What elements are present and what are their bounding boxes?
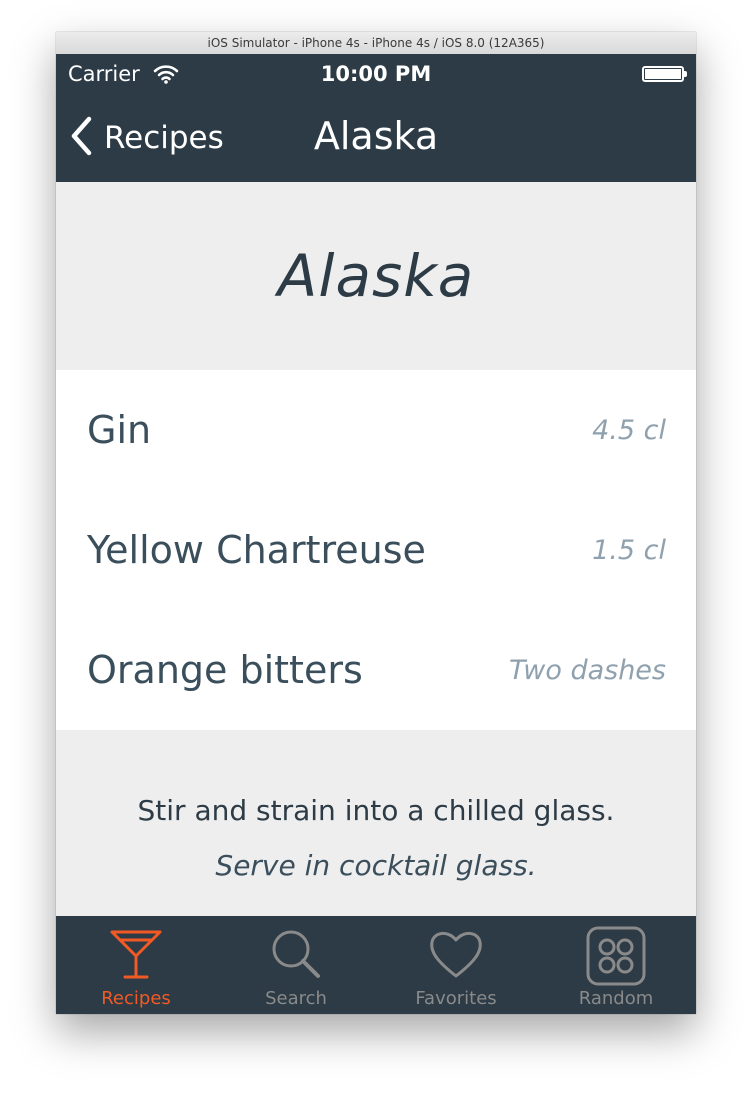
ingredient-list: Gin 4.5 cl Yellow Chartreuse 1.5 cl Oran… — [56, 370, 696, 730]
tab-label: Favorites — [415, 988, 497, 1009]
window-titlebar: iOS Simulator - iPhone 4s - iPhone 4s / … — [56, 32, 696, 55]
nav-title: Alaska — [313, 114, 439, 158]
tab-search[interactable]: Search — [216, 916, 376, 1014]
ingredient-amount: 1.5 cl — [592, 534, 666, 566]
ingredient-amount: 4.5 cl — [592, 414, 666, 446]
navigation-bar: Carrier 10:00 PM Recipes Alaska — [56, 54, 696, 182]
tab-favorites[interactable]: Favorites — [376, 916, 536, 1014]
simulator-window: iOS Simulator - iPhone 4s - iPhone 4s / … — [56, 32, 696, 1014]
cocktail-glass-icon — [110, 930, 162, 979]
dice-icon — [586, 926, 646, 986]
serve-text: Serve in cocktail glass. — [215, 849, 537, 882]
tab-recipes[interactable]: Recipes — [56, 916, 216, 1014]
ingredient-name: Gin — [87, 408, 152, 452]
tab-random[interactable]: Random — [536, 916, 696, 1014]
tab-label: Recipes — [101, 988, 171, 1009]
tab-bar: Recipes Search Favorites Random — [56, 916, 696, 1014]
ingredient-row: Yellow Chartreuse 1.5 cl — [56, 490, 696, 610]
method-text: Stir and strain into a chilled glass. — [137, 794, 615, 827]
heart-icon — [430, 932, 482, 978]
tab-label: Random — [578, 988, 654, 1009]
ingredient-amount: Two dashes — [508, 654, 666, 686]
search-icon — [272, 930, 320, 978]
ingredient-row: Orange bitters Two dashes — [56, 610, 696, 730]
recipe-header: Alaska — [56, 182, 696, 370]
status-time: 10:00 PM — [320, 62, 432, 86]
ingredient-name: Yellow Chartreuse — [87, 528, 426, 572]
ingredient-row: Gin 4.5 cl — [56, 370, 696, 490]
recipe-title: Alaska — [277, 242, 475, 310]
tab-label: Search — [265, 988, 327, 1009]
battery-icon — [642, 66, 687, 82]
ingredient-name: Orange bitters — [87, 648, 363, 692]
method-section: Stir and strain into a chilled glass. Se… — [56, 730, 696, 916]
